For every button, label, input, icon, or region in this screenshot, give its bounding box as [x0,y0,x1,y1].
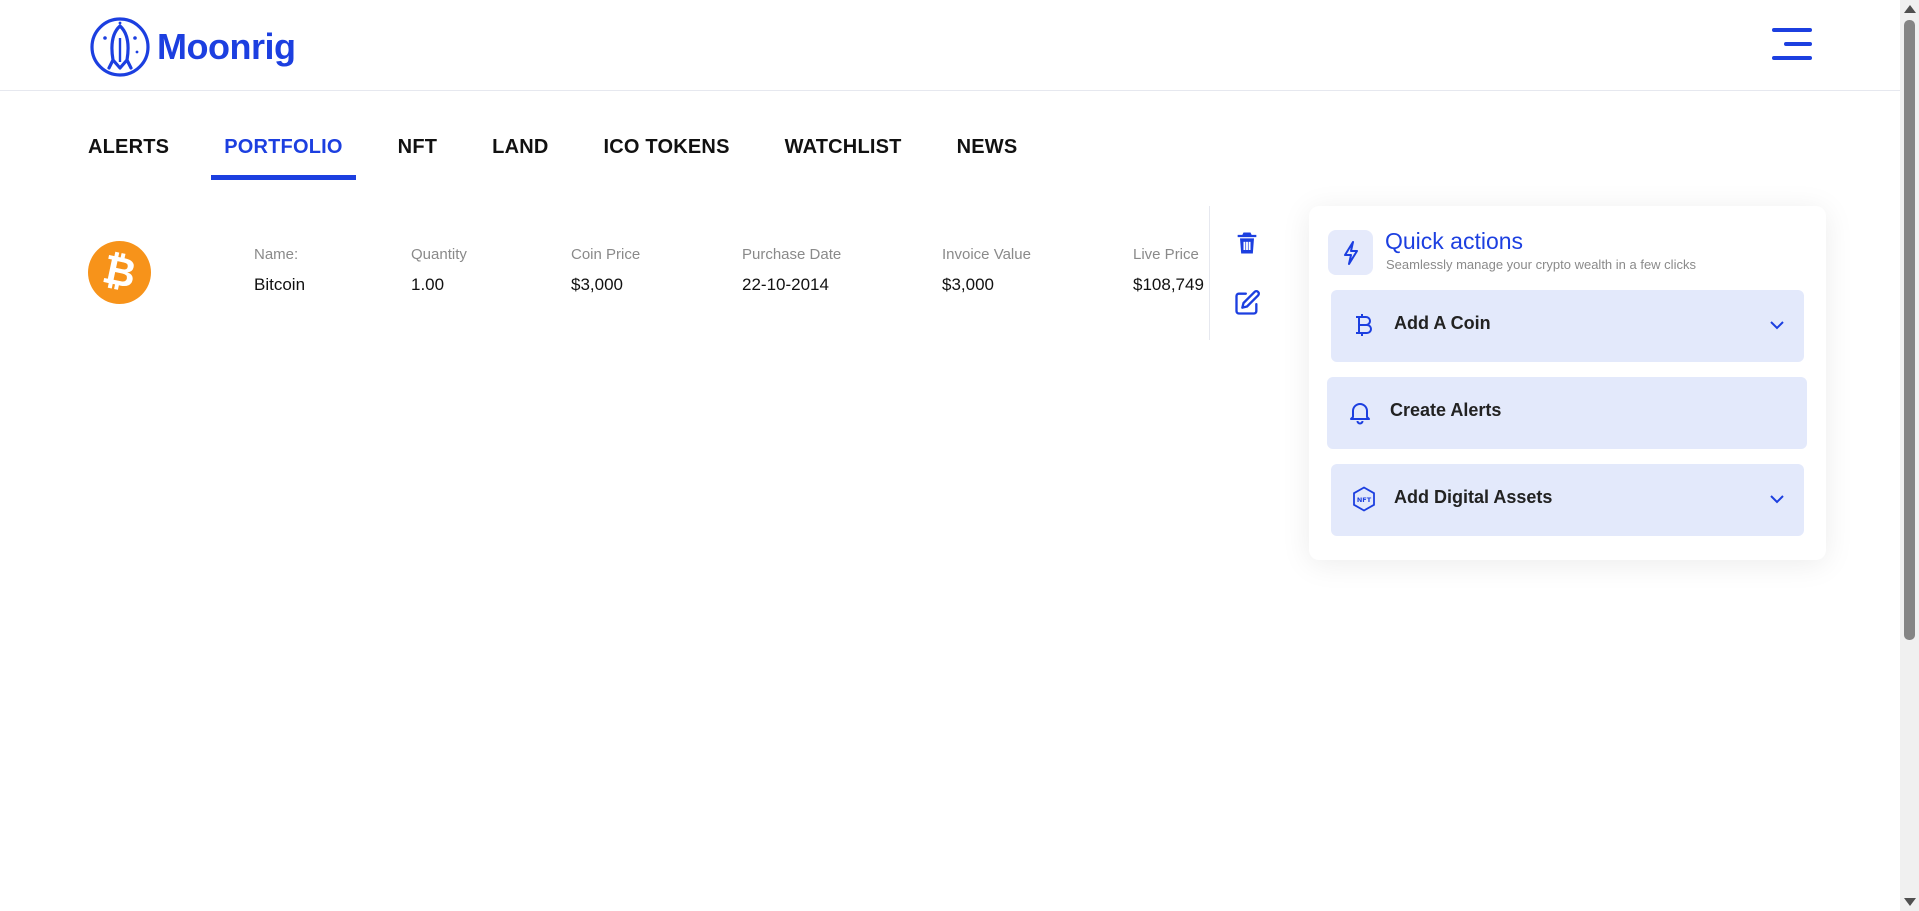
bitcoin-outline-icon [1356,314,1372,336]
row-divider [1209,206,1210,340]
add-a-coin-accordion[interactable]: Add A Coin [1331,290,1804,362]
field-value: 22-10-2014 [742,275,829,294]
top-header: Moonrig [0,0,1900,91]
create-alerts-button[interactable]: Create Alerts [1327,377,1807,449]
brand-name: Moonrig [157,26,296,67]
scroll-thumb[interactable] [1904,20,1915,640]
svg-text:NFT: NFT [1357,496,1372,504]
field-label: Quantity [411,246,467,263]
tab-portfolio[interactable]: PORTFOLIO [211,120,357,180]
field-value: $3,000 [942,275,994,294]
scroll-up-arrow-icon[interactable] [1904,5,1916,13]
field-label: Live Price [1133,246,1199,263]
quick-actions-title: Quick actions [1385,228,1524,254]
field-coin-price: Coin Price $3,000 [571,246,640,295]
scroll-down-arrow-icon[interactable] [1904,898,1916,906]
field-name: Name: Bitcoin [254,246,305,295]
hamburger-menu-icon[interactable] [1772,28,1812,62]
edit-icon[interactable] [1233,289,1261,317]
add-digital-assets-accordion[interactable]: NFT Add Digital Assets [1331,464,1804,536]
add-a-coin-label: Add A Coin [1394,313,1491,333]
chevron-down-icon [1770,495,1784,504]
tab-watchlist[interactable]: WATCHLIST [785,120,902,180]
tab-land[interactable]: LAND [492,120,548,180]
field-label: Purchase Date [742,246,842,263]
field-value: Bitcoin [254,275,306,294]
quick-actions-panel: Quick actions Seamlessly manage your cry… [1309,206,1826,560]
bell-icon [1350,403,1370,425]
nft-hexagon-icon: NFT [1353,486,1375,512]
create-alerts-label: Create Alerts [1390,400,1502,420]
section-tabs: ALERTS PORTFOLIO NFT LAND ICO TOKENS WAT… [88,120,1072,180]
tab-nft[interactable]: NFT [398,120,437,180]
tab-alerts[interactable]: ALERTS [88,120,169,180]
field-quantity: Quantity 1.00 [411,246,467,295]
field-value: $108,749 [1133,275,1204,294]
tab-news[interactable]: NEWS [957,120,1018,180]
tab-ico-tokens[interactable]: ICO TOKENS [604,120,730,180]
trash-icon[interactable] [1233,229,1261,257]
field-invoice-value: Invoice Value $3,000 [942,246,1031,295]
field-label: Invoice Value [942,246,1031,263]
field-live-price: Live Price $108,749 [1133,246,1204,295]
field-purchase-date: Purchase Date 22-10-2014 [742,246,841,295]
brand-logo[interactable]: Moonrig [89,16,296,78]
vertical-scrollbar[interactable] [1900,0,1919,911]
moonrig-logo-icon [90,17,150,77]
field-label: Coin Price [571,246,641,263]
add-digital-assets-label: Add Digital Assets [1394,487,1553,507]
chevron-down-icon [1770,321,1784,330]
field-value: 1.00 [411,275,445,294]
bitcoin-icon: ₿ [88,241,151,304]
lightning-icon [1328,230,1373,275]
field-value: $3,000 [571,275,623,294]
field-label: Name: [254,246,299,263]
quick-actions-subtitle: Seamlessly manage your crypto wealth in … [1386,257,1696,272]
bitcoin-symbol: ₿ [99,247,141,297]
